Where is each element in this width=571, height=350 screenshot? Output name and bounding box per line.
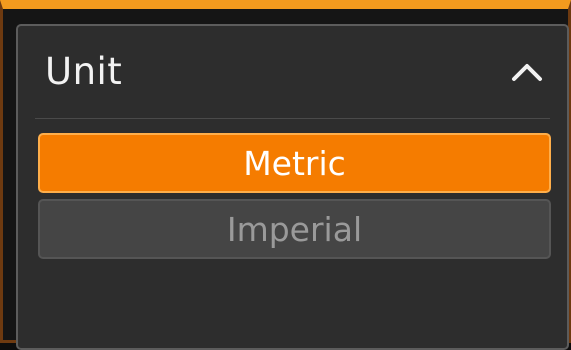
unit-panel: Unit Metric Imperial [16, 24, 569, 350]
collapse-button[interactable] [507, 56, 547, 88]
chevron-up-icon [512, 64, 542, 81]
option-imperial-button[interactable]: Imperial [38, 199, 551, 259]
header-divider [35, 118, 550, 119]
option-imperial-label: Imperial [226, 209, 363, 249]
panel-title: Unit [45, 50, 123, 93]
window-frame: Unit Metric Imperial [0, 0, 571, 350]
option-metric-button[interactable]: Metric [38, 133, 551, 193]
option-metric-label: Metric [243, 143, 346, 183]
